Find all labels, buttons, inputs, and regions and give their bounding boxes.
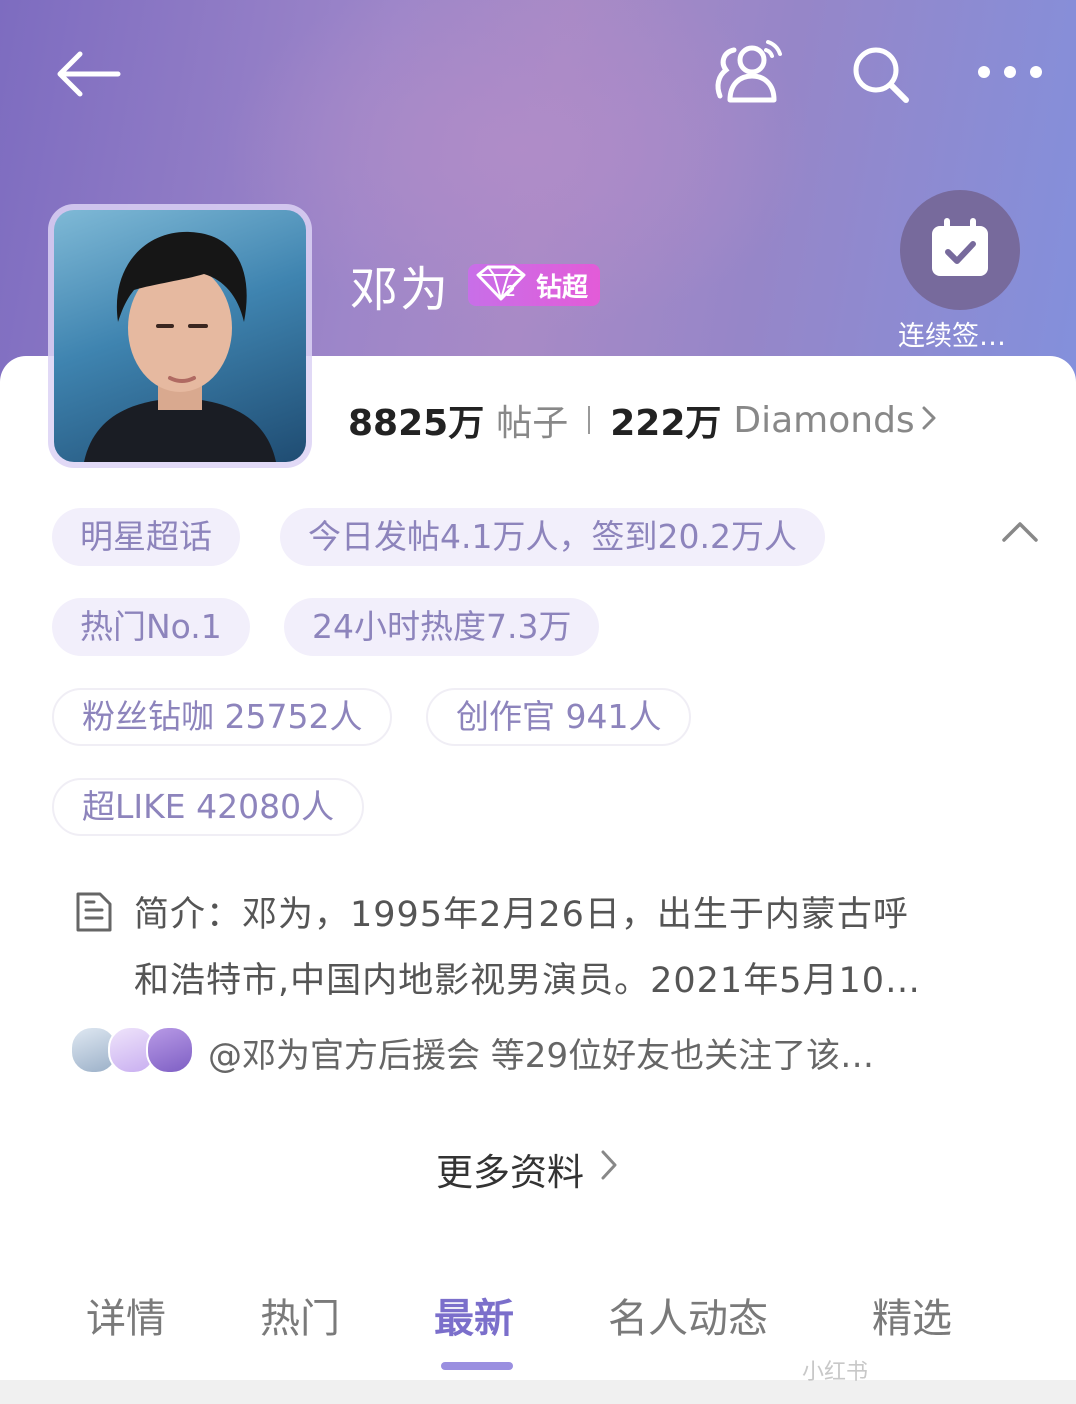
diamond-icon: 2: [472, 265, 530, 305]
profile-name: 邓为: [350, 262, 451, 318]
tag-creators[interactable]: 创作官 941人: [426, 688, 692, 746]
diamonds-count: 222万: [610, 403, 722, 444]
bottom-strip: [0, 1380, 1076, 1404]
top-bar: [0, 0, 1076, 150]
document-icon: [74, 890, 114, 938]
diamond-super-badge[interactable]: 2 钻超: [468, 264, 601, 306]
checkin-button[interactable]: 连续签…: [898, 190, 1020, 352]
followers-text[interactable]: @邓为官方后援会 等29位好友也关注了该…: [208, 1028, 874, 1077]
checkin-circle: [900, 190, 1020, 310]
tab-celebrity-updates[interactable]: 名人动态: [608, 1286, 768, 1344]
tab-featured[interactable]: 精选: [872, 1286, 952, 1344]
tag-star-topic[interactable]: 明星超话: [52, 508, 240, 566]
posts-count: 8825万: [348, 403, 485, 444]
posts-label: 帖子: [496, 403, 569, 444]
tab-bar: 详情 热门 最新 名人动态 精选: [0, 1286, 1076, 1366]
follower-avatar: [146, 1026, 194, 1074]
tag-super-like[interactable]: 超LIKE 42080人: [52, 778, 365, 836]
intro-line-1[interactable]: 简介：邓为，1995年2月26日，出生于内蒙古呼: [134, 886, 909, 937]
tab-details[interactable]: 详情: [86, 1286, 166, 1344]
friends-icon[interactable]: [712, 36, 786, 104]
stats-row[interactable]: 8825万 帖子 222万 Diamonds: [348, 394, 937, 446]
chevron-up-icon[interactable]: [1000, 520, 1040, 548]
tag-hot-rank[interactable]: 热门No.1: [52, 598, 250, 656]
svg-text:2: 2: [506, 283, 515, 300]
avatar[interactable]: [48, 204, 312, 468]
name-row: 邓为 2 钻超: [350, 250, 601, 320]
more-info-label: 更多资料: [436, 1151, 584, 1194]
diamonds-label: Diamonds: [733, 399, 915, 441]
checkin-label: 连续签…: [898, 321, 1006, 352]
tag-24h-heat[interactable]: 24小时热度7.3万: [284, 598, 600, 656]
more-dots-icon[interactable]: [976, 64, 1046, 80]
tag-today-activity[interactable]: 今日发帖4.1万人，签到20.2万人: [280, 508, 825, 566]
search-icon[interactable]: [850, 44, 910, 104]
tab-latest[interactable]: 最新: [434, 1286, 514, 1344]
chevron-right-icon: [600, 1148, 618, 1191]
watermark-text: 小红书: [802, 1360, 869, 1385]
chevron-right-icon: [921, 404, 937, 436]
tab-hot[interactable]: 热门: [260, 1286, 340, 1344]
back-arrow-icon[interactable]: [54, 50, 122, 98]
avatar-photo: [54, 210, 306, 462]
active-tab-indicator: [441, 1362, 513, 1370]
calendar-check-icon: [928, 216, 992, 284]
intro-line-2[interactable]: 和浩特市,中国内地影视男演员。2021年5月10…: [134, 952, 921, 1003]
badge-label: 钻超: [536, 272, 589, 303]
tag-diamond-fans[interactable]: 粉丝钻咖 25752人: [52, 688, 393, 746]
stat-divider: [588, 406, 591, 434]
follower-avatars[interactable]: [70, 1026, 194, 1076]
more-info-button[interactable]: 更多资料: [436, 1142, 618, 1196]
